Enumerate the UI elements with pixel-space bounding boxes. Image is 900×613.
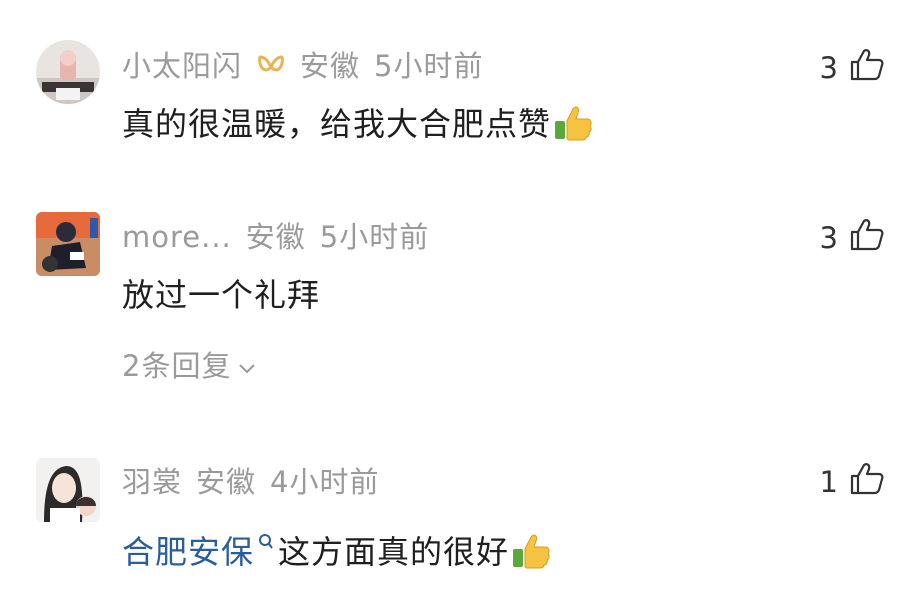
chevron-down-icon xyxy=(239,346,256,382)
avatar-image xyxy=(36,40,100,104)
replies-label: 2条回复 xyxy=(122,349,232,383)
thumbs-up-emoji-icon xyxy=(553,105,593,150)
comment-meta: 小太阳闪 安徽 5小时前 xyxy=(122,48,483,89)
like-button[interactable]: 1 xyxy=(820,462,884,502)
gold-ribbon-icon xyxy=(256,53,286,89)
comment-text: 合肥安保 这方面真的很好 xyxy=(122,520,551,578)
avatar[interactable] xyxy=(36,40,100,104)
comment-body: 真的很温暖，给我大合肥点赞 xyxy=(122,105,552,143)
comment-text: 真的很温暖，给我大合肥点赞 xyxy=(122,104,593,150)
username[interactable]: 小太阳闪 xyxy=(122,49,242,83)
username[interactable]: more... xyxy=(122,220,232,254)
avatar-image xyxy=(36,458,100,522)
comment-item: more... 安徽 5小时前 放过一个礼拜 2条回复 3 xyxy=(0,190,900,410)
thumbs-up-outline-icon xyxy=(850,462,884,502)
location: 安徽 xyxy=(196,465,257,499)
comment-body: 这方面真的很好 xyxy=(278,533,510,571)
avatar-image xyxy=(36,212,100,276)
location: 安徽 xyxy=(300,49,361,83)
thumbs-up-emoji-icon xyxy=(511,533,551,578)
comment-item: 小太阳闪 安徽 5小时前 真的很温暖，给我大合肥点赞 3 xyxy=(0,0,900,190)
comment-meta: more... 安徽 5小时前 xyxy=(122,219,429,255)
avatar[interactable] xyxy=(36,458,100,522)
comment-meta: 羽裳 安徽 4小时前 xyxy=(122,464,379,500)
timestamp: 5小时前 xyxy=(374,49,484,83)
topic-link[interactable]: 合肥安保 xyxy=(122,533,254,571)
thumbs-up-outline-icon xyxy=(850,48,884,88)
username[interactable]: 羽裳 xyxy=(122,465,182,499)
avatar[interactable] xyxy=(36,212,100,276)
like-count: 3 xyxy=(819,51,838,85)
comment-body: 放过一个礼拜 xyxy=(122,276,321,314)
like-count: 1 xyxy=(819,465,838,499)
comment-text: 放过一个礼拜 xyxy=(122,275,320,315)
like-count: 3 xyxy=(819,221,838,255)
thumbs-up-outline-icon xyxy=(850,218,884,258)
location: 安徽 xyxy=(245,220,306,254)
view-replies-button[interactable]: 2条回复 xyxy=(122,346,256,384)
comment-item: 羽裳 安徽 4小时前 合肥安保 这方面真的很好 1 xyxy=(0,440,900,613)
timestamp: 5小时前 xyxy=(319,220,430,254)
search-icon xyxy=(258,520,274,560)
like-button[interactable]: 3 xyxy=(820,48,884,88)
like-button[interactable]: 3 xyxy=(820,218,884,258)
timestamp: 4小时前 xyxy=(270,465,380,499)
